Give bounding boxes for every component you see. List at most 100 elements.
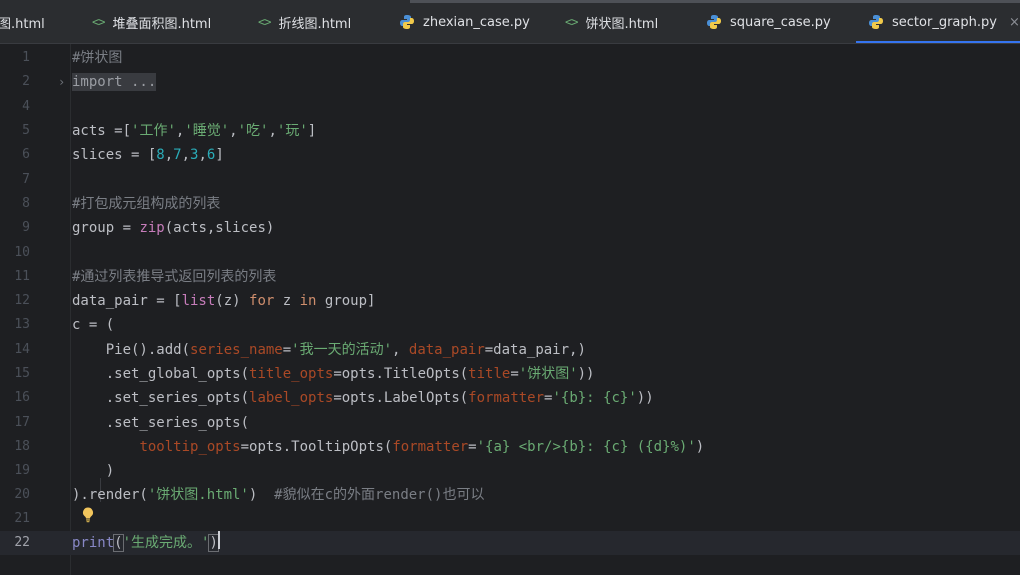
line-number: 6: [22, 147, 30, 162]
named-parameter: label_opts: [249, 390, 334, 406]
line-number-current: 22: [14, 535, 30, 550]
code-line-5[interactable]: acts =['工作','睡觉','吃','玩']: [72, 119, 316, 143]
code-text: ): [695, 439, 705, 455]
tab-bar-chart-html[interactable]: 图.html: [0, 0, 45, 43]
number-literal: 6: [206, 147, 216, 163]
line-number: 13: [14, 317, 30, 332]
line-number: 4: [22, 99, 30, 114]
code-line-1[interactable]: #饼状图: [72, 46, 122, 70]
string-literal: '吃': [237, 123, 269, 139]
code-text: .set_series_opts(: [72, 415, 250, 431]
code-line-19[interactable]: ): [72, 459, 114, 483]
comment: #貌似在c的外面render()也可以: [274, 487, 485, 503]
number-literal: 8: [156, 147, 165, 163]
code-text: .set_global_opts(: [72, 366, 250, 382]
code-text: slices = [: [72, 147, 157, 163]
editor-tab-bar: 图.html <> 堆叠面积图.html <> 折线图.html zhexian…: [0, 0, 1020, 44]
code-text: acts =[: [72, 123, 132, 139]
line-number: 8: [22, 196, 30, 211]
code-line-6[interactable]: slices = [8,7,3,6]: [72, 143, 224, 167]
code-line-17[interactable]: .set_series_opts(: [72, 411, 249, 435]
string-literal: '饼状图.html': [147, 487, 249, 503]
code-editor[interactable]: #饼状图 import ... acts =['工作','睡觉','吃','玩'…: [70, 44, 1020, 575]
code-text: =data_pair,): [484, 342, 586, 358]
code-line-13[interactable]: c = (: [72, 313, 114, 337]
code-text: z: [274, 293, 300, 309]
line-number: 21: [14, 511, 30, 526]
code-text: group =: [72, 220, 140, 236]
close-tab-icon[interactable]: ×: [1009, 15, 1020, 30]
builtin-function: list: [181, 293, 216, 309]
line-number-gutter[interactable]: 1 2 › 4 5 6 7 8 9 10 11 12 13 14 15 16 1…: [0, 44, 71, 575]
code-text: )): [636, 390, 654, 406]
code-text: ): [248, 487, 275, 503]
tab-line-chart-html[interactable]: <> 折线图.html: [258, 0, 352, 43]
line-number: 14: [14, 342, 30, 357]
named-parameter: data_pair: [408, 342, 485, 358]
code-line-11[interactable]: #通过列表推导式返回列表的列表: [72, 265, 276, 289]
builtin-function: zip: [139, 220, 165, 236]
tab-stacked-area-html[interactable]: <> 堆叠面积图.html: [92, 0, 212, 43]
code-text: =opts.TooltipOpts(: [240, 439, 393, 455]
tab-label: 饼状图.html: [585, 16, 659, 32]
tab-square-case-py[interactable]: square_case.py: [706, 0, 831, 43]
paren-match: ): [208, 534, 219, 552]
code-text: .set_series_opts(: [72, 390, 250, 406]
named-parameter: formatter: [392, 439, 469, 455]
line-number: 15: [14, 366, 30, 381]
string-literal: '{a} <br/>{b}: {c} ({d}%)': [476, 439, 696, 455]
code-text: )): [577, 366, 595, 382]
fold-expand-icon[interactable]: ›: [58, 70, 65, 94]
code-line-18[interactable]: tooltip_opts=opts.TooltipOpts(formatter=…: [72, 435, 704, 459]
code-text: (acts,slices): [164, 220, 275, 236]
line-number: 12: [14, 293, 30, 308]
line-number: 5: [22, 123, 30, 138]
code-text: (z): [215, 293, 250, 309]
string-literal: '{b}: {c}': [552, 390, 637, 406]
tab-pie-chart-html[interactable]: <> 饼状图.html: [565, 0, 659, 43]
line-number: 10: [14, 245, 30, 260]
code-text: ): [72, 463, 115, 479]
tab-sector-graph-py[interactable]: sector_graph.py ×: [856, 0, 1020, 43]
code-line-16[interactable]: .set_series_opts(label_opts=opts.LabelOp…: [72, 386, 654, 410]
comment: #饼状图: [72, 50, 123, 66]
tab-label: 堆叠面积图.html: [112, 16, 212, 32]
line-number: 9: [22, 220, 30, 235]
code-line-14[interactable]: Pie().add(series_name='我一天的活动', data_pai…: [72, 338, 586, 362]
number-literal: 3: [190, 147, 199, 163]
tab-label: 折线图.html: [278, 16, 352, 32]
text-caret: [217, 531, 220, 549]
keyword: in: [299, 293, 317, 309]
html-file-icon: <>: [258, 15, 271, 29]
code-text: =opts.TitleOpts(: [333, 366, 469, 382]
code-line-12[interactable]: data_pair = [list(z) for z in group]: [72, 289, 375, 313]
code-line-22[interactable]: print('生成完成。'): [72, 531, 220, 555]
code-text: c = (: [72, 317, 115, 333]
code-line-20[interactable]: ).render('饼状图.html') #貌似在c的外面render()也可以: [72, 483, 484, 507]
code-line-9[interactable]: group = zip(acts,slices): [72, 216, 274, 240]
folded-imports[interactable]: import ...: [72, 73, 157, 91]
named-parameter: tooltip_opts: [139, 439, 241, 455]
tab-label: sector_graph.py: [892, 14, 997, 30]
line-number: 11: [14, 269, 30, 284]
named-parameter: title: [468, 366, 511, 382]
code-text: data_pair = [: [72, 293, 182, 309]
named-parameter: formatter: [468, 390, 545, 406]
line-number: 2: [22, 74, 30, 89]
python-file-icon: [869, 15, 883, 29]
line-number: 18: [14, 439, 30, 454]
code-line-8[interactable]: #打包成元组构成的列表: [72, 192, 220, 216]
tab-zhexian-case-py[interactable]: zhexian_case.py: [399, 0, 530, 43]
tab-label: square_case.py: [730, 14, 831, 30]
builtin-function: print: [72, 535, 115, 551]
code-line-2[interactable]: import ...: [72, 70, 157, 94]
code-line-15[interactable]: .set_global_opts(title_opts=opts.TitleOp…: [72, 362, 595, 386]
string-literal: '生成完成。': [122, 535, 210, 551]
comment: #通过列表推导式返回列表的列表: [72, 269, 277, 285]
line-number: 19: [14, 463, 30, 478]
lightbulb-intention-icon[interactable]: [80, 506, 96, 524]
code-text: Pie().add(: [72, 342, 191, 358]
python-file-icon: [400, 15, 414, 29]
line-number: 16: [14, 390, 30, 405]
keyword: for: [249, 293, 275, 309]
